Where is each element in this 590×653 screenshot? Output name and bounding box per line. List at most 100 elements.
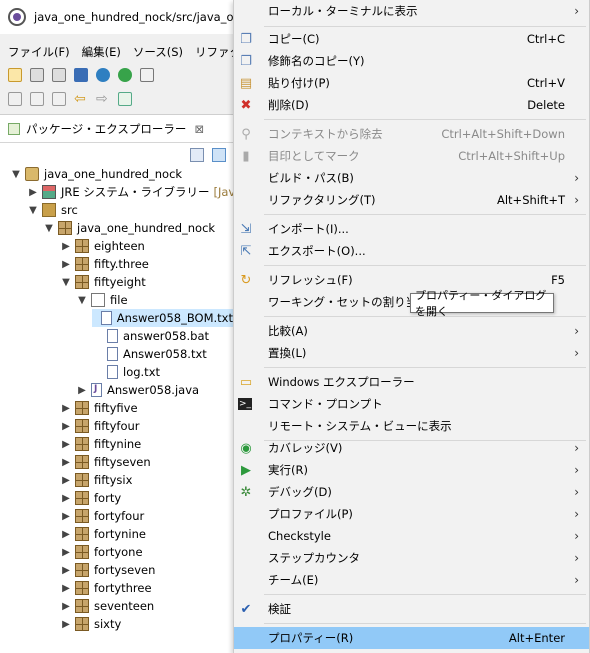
tree-row[interactable]: ▶ seventeen (60, 597, 154, 615)
expand-arrow-icon[interactable]: ▶ (60, 547, 72, 558)
back-arrow-icon[interactable]: ⇦ (74, 92, 88, 106)
mark-landmark-icon: ▮ (242, 148, 250, 164)
menu-item-properties[interactable]: プロパティー(R) Alt+Enter (234, 627, 589, 649)
expand-arrow-icon[interactable]: ▼ (43, 223, 55, 234)
submenu-arrow-icon: › (574, 193, 579, 207)
menu-item-remove-from-context[interactable]: ⚲ コンテキストから除去 Ctrl+Alt+Shift+Down (234, 123, 589, 145)
tree-row[interactable]: ▶ fifty.three (60, 255, 149, 273)
tree-row[interactable]: ▶ forty (60, 489, 121, 507)
tree-row[interactable]: ▼ fiftyeight (60, 273, 146, 291)
tree-row[interactable]: ▶ fortyseven (60, 561, 155, 579)
tree-row[interactable]: ▶ eighteen (60, 237, 145, 255)
tree-row[interactable]: ▶ fortyfour (60, 507, 144, 525)
tree-row[interactable]: ▼ java_one_hundred_nock (43, 219, 215, 237)
menu-item-build-path[interactable]: ビルド・パス(B) › (234, 167, 589, 189)
menu-item-shortcut: Ctrl+Alt+Shift+Up (458, 149, 565, 163)
menu-item-copy-qualified-name[interactable]: ❐ 修飾名のコピー(Y) (234, 50, 589, 72)
expand-arrow-icon[interactable]: ▶ (60, 259, 72, 270)
expand-arrow-icon[interactable]: ▶ (60, 565, 72, 576)
expand-arrow-icon[interactable]: ▶ (60, 619, 72, 630)
menu-item-export[interactable]: ⇱ エクスポート(O)... (234, 240, 589, 262)
tree-row[interactable]: ▶ fortythree (60, 579, 152, 597)
tree-row[interactable]: answer058.bat (92, 327, 209, 345)
menu-item-compare[interactable]: 比較(A) › (234, 320, 589, 342)
settings-gear-icon[interactable] (96, 68, 110, 82)
menu-item-label: チーム(E) (268, 573, 319, 587)
expand-arrow-icon[interactable]: ▼ (76, 295, 88, 306)
forward-arrow-icon[interactable]: ⇨ (96, 92, 110, 106)
menu-item-delete[interactable]: ✖ 削除(D) Delete (234, 94, 589, 116)
tree-row[interactable]: ▶ fiftyseven (60, 453, 151, 471)
package-explorer-tab[interactable]: パッケージ・エクスプローラー ⊠ (0, 115, 240, 143)
menu-item-validate[interactable]: ✔ 検証 (234, 598, 589, 620)
expand-arrow-icon[interactable]: ▶ (60, 241, 72, 252)
tree-row[interactable]: ▼ file (76, 291, 128, 309)
expand-arrow-icon[interactable]: ▶ (60, 475, 72, 486)
new-icon[interactable] (8, 68, 22, 82)
previous-annotation-icon[interactable] (30, 92, 44, 106)
menu-item-refactor[interactable]: リファクタリング(T) Alt+Shift+T › (234, 189, 589, 211)
collapse-all-icon[interactable] (190, 148, 204, 162)
tree-row[interactable]: Answer058.txt (92, 345, 207, 363)
expand-arrow-icon[interactable]: ▶ (60, 457, 72, 468)
menu-item-debug[interactable]: ✲ デバッグ(D) › (234, 481, 589, 503)
close-icon[interactable]: ⊠ (194, 122, 204, 136)
tree-row[interactable]: ▶ fortynine (60, 525, 146, 543)
tree-row[interactable]: ▶ fortyone (60, 543, 143, 561)
menu-item-profile[interactable]: プロファイル(P) › (234, 503, 589, 525)
expand-arrow-icon[interactable]: ▶ (27, 187, 39, 198)
menu-item-team[interactable]: チーム(E) › (234, 569, 589, 591)
menu-item-step-counter[interactable]: ステップカウンタ › (234, 547, 589, 569)
tree-row[interactable]: ▶ fiftysix (60, 471, 132, 489)
menu-edit[interactable]: 編集(E) (82, 44, 121, 60)
menu-item-show-in-remote-systems[interactable]: リモート・システム・ビューに表示 (234, 415, 589, 437)
tree-row[interactable]: ▶ fiftyfive (60, 399, 138, 417)
menu-item-replace[interactable]: 置換(L) › (234, 342, 589, 364)
tree-row[interactable]: ▼ java_one_hundred_nock (10, 165, 182, 183)
expand-arrow-icon[interactable]: ▶ (60, 439, 72, 450)
expand-arrow-icon[interactable]: ▶ (76, 385, 88, 396)
last-edit-icon[interactable] (52, 92, 66, 106)
link-with-editor-icon[interactable] (212, 148, 226, 162)
menu-item-copy[interactable]: ❐ コピー(C) Ctrl+C (234, 28, 589, 50)
menu-item-command-prompt[interactable]: >_ コマンド・プロンプト (234, 393, 589, 415)
tree-row[interactable]: ▼ src (27, 201, 78, 219)
tree-row[interactable]: ▶ fiftynine (60, 435, 141, 453)
expand-arrow-icon[interactable]: ▶ (60, 493, 72, 504)
menu-source[interactable]: ソース(S) (133, 44, 183, 60)
power-icon[interactable] (118, 68, 132, 82)
toolbar-row-1 (0, 64, 162, 86)
menu-item-run[interactable]: ▶ 実行(R) › (234, 459, 589, 481)
menu-item-windows-explorer[interactable]: ▭ Windows エクスプローラー (234, 371, 589, 393)
tree-row[interactable]: ▶ sixty (60, 615, 121, 633)
menu-item-show-in-local-terminal[interactable]: ローカル・ターミナルに表示 › (234, 0, 589, 22)
tree-label: Answer058.txt (123, 347, 207, 361)
expand-arrow-icon[interactable]: ▶ (60, 601, 72, 612)
tree-row[interactable]: ▶ fiftyfour (60, 417, 140, 435)
package-icon (75, 545, 89, 559)
menu-item-import[interactable]: ⇲ インポート(I)... (234, 218, 589, 240)
toolbar-misc-icon[interactable] (140, 68, 154, 82)
menu-file[interactable]: ファイル(F) (8, 44, 70, 60)
expand-arrow-icon[interactable]: ▶ (60, 583, 72, 594)
expand-arrow-icon[interactable]: ▶ (60, 511, 72, 522)
tree-row[interactable]: ▶ Answer058.java (76, 381, 199, 399)
menu-separator (264, 265, 586, 266)
expand-arrow-icon[interactable]: ▼ (60, 277, 72, 288)
expand-arrow-icon[interactable]: ▶ (60, 421, 72, 432)
tree-row-selected[interactable]: Answer058_BOM.txt (92, 309, 233, 327)
tree-row[interactable]: log.txt (92, 363, 160, 381)
save-icon[interactable] (30, 68, 44, 82)
save-all-icon[interactable] (52, 68, 66, 82)
terminal-icon[interactable] (74, 68, 88, 82)
menu-item-mark-as-landmark[interactable]: ▮ 目印としてマーク Ctrl+Alt+Shift+Up (234, 145, 589, 167)
expand-arrow-icon[interactable]: ▶ (60, 529, 72, 540)
expand-arrow-icon[interactable]: ▶ (60, 403, 72, 414)
expand-arrow-icon[interactable]: ▼ (27, 205, 39, 216)
menu-item-checkstyle[interactable]: Checkstyle › (234, 525, 589, 547)
next-annotation-icon[interactable] (8, 92, 22, 106)
menu-item-coverage[interactable]: ◉ カバレッジ(V) › (234, 437, 589, 459)
expand-arrow-icon[interactable]: ▼ (10, 169, 22, 180)
open-perspective-icon[interactable] (118, 92, 132, 106)
menu-item-paste[interactable]: ▤ 貼り付け(P) Ctrl+V (234, 72, 589, 94)
